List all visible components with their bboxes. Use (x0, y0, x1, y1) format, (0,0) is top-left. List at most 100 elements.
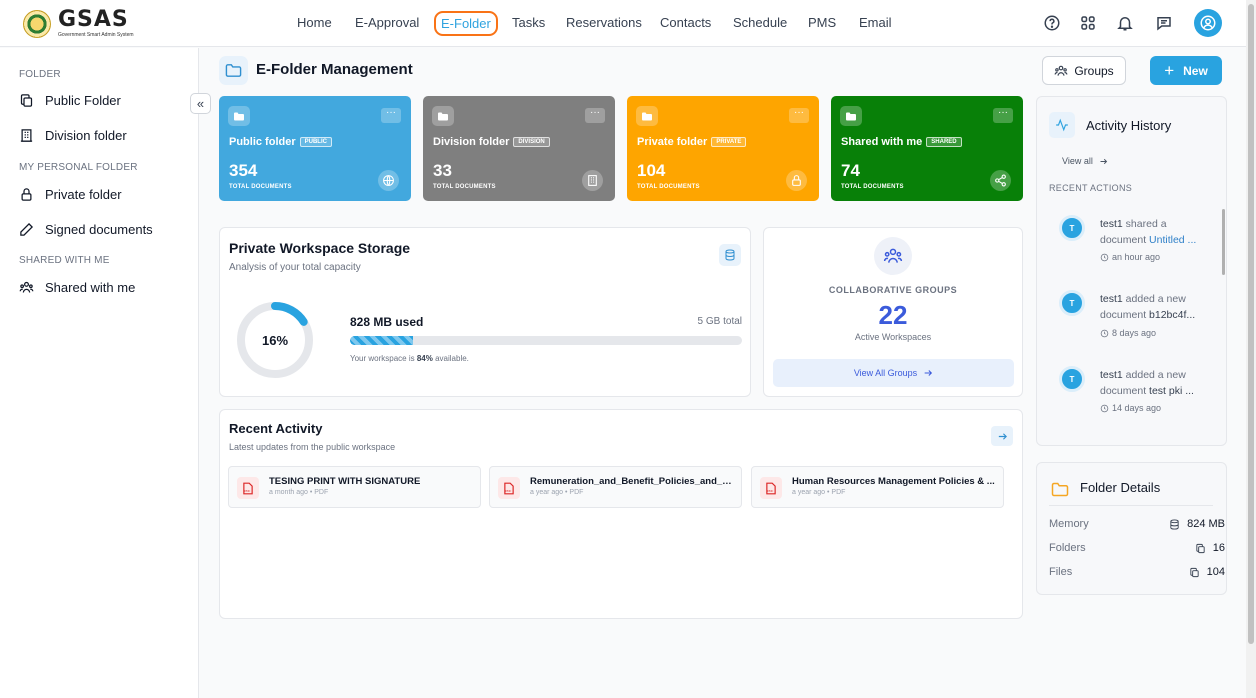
divider (1049, 505, 1213, 506)
plus-icon: + (1164, 60, 1175, 80)
sidebar-item-signed-documents[interactable]: Signed documents (19, 222, 153, 237)
storage-title: Private Workspace Storage (229, 240, 411, 256)
new-button[interactable]: + New (1150, 56, 1222, 85)
nav-schedule[interactable]: Schedule (733, 15, 787, 30)
card-badge: PRIVATE (711, 137, 747, 147)
activity-user: test1 (1100, 369, 1123, 381)
chat-icon[interactable] (1155, 14, 1173, 32)
users-icon (19, 281, 34, 293)
card-count-label: TOTAL DOCUMENTS (841, 184, 904, 190)
activity-history-panel: Activity History View all RECENT ACTIONS… (1036, 96, 1227, 446)
arrow-right-icon[interactable] (991, 426, 1013, 446)
document-name: Human Resources Management Policies & ..… (792, 476, 995, 487)
collaborative-groups-panel: COLLABORATIVE GROUPS 22 Active Workspace… (763, 227, 1023, 397)
collapse-sidebar-button[interactable]: « (190, 93, 211, 114)
detail-row-memory: Memory 824 MB (1049, 518, 1225, 530)
groups-heading: COLLABORATIVE GROUPS (828, 285, 958, 295)
card-title: Shared with me (841, 136, 923, 148)
sidebar-heading-personal: MY PERSONAL FOLDER (19, 162, 138, 173)
document-meta: a year ago • PDF (792, 489, 846, 496)
sidebar-item-label: Private folder (45, 187, 122, 202)
svg-text:PDF: PDF (767, 489, 773, 493)
card-title: Private folder (637, 136, 708, 148)
card-count: 33 (433, 161, 452, 180)
recent-actions-heading: RECENT ACTIONS (1049, 183, 1133, 193)
card-badge: PUBLIC (299, 137, 332, 147)
recent-document-item[interactable]: PDF Human Resources Management Policies … (751, 466, 1004, 508)
recent-document-item[interactable]: PDF TESING PRINT WITH SIGNATURE a month … (228, 466, 481, 508)
logo-text: GSAS (58, 7, 129, 32)
logo-subtitle: Government Smart Admin System (58, 32, 134, 38)
card-count: 354 (229, 161, 258, 180)
avatar: T (1059, 366, 1085, 392)
groups-button[interactable]: Groups (1042, 56, 1126, 85)
groups-subtitle: Active Workspaces (854, 332, 932, 342)
app-logo[interactable]: GSAS Government Smart Admin System (23, 9, 134, 38)
nav-home[interactable]: Home (297, 15, 332, 30)
activity-scrollbar[interactable] (1222, 209, 1225, 275)
nav-reservations[interactable]: Reservations (566, 15, 642, 30)
database-icon[interactable] (719, 244, 741, 266)
sidebar: FOLDER Public Folder Division folder MY … (0, 48, 199, 698)
card-shared-with-me[interactable]: ··· Shared with me SHARED 74 TOTAL DOCUME… (831, 96, 1023, 201)
card-private-folder[interactable]: ··· Private folder PRIVATE 104 TOTAL DOCU… (627, 96, 819, 201)
copy-icon (1196, 543, 1205, 553)
recent-activity-title: Recent Activity (229, 421, 323, 436)
activity-document: Untitled ... (1149, 234, 1197, 246)
avatar: T (1059, 215, 1085, 241)
nav-tasks[interactable]: Tasks (512, 15, 545, 30)
activity-history-title: Activity History (1086, 118, 1172, 133)
view-all-groups-button[interactable]: View All Groups (773, 359, 1014, 387)
card-title: Division folder (433, 136, 510, 148)
recent-document-item[interactable]: PDF Remuneration_and_Benefit_Policies_an… (489, 466, 742, 508)
more-options-button[interactable]: ··· (789, 108, 809, 123)
bell-icon[interactable] (1116, 14, 1134, 32)
pdf-file-icon: PDF (760, 477, 782, 499)
sidebar-item-shared-with-me[interactable]: Shared with me (19, 280, 135, 295)
more-options-button[interactable]: ··· (381, 108, 401, 123)
storage-available-text: Your workspace is 84% available. (350, 354, 469, 363)
nav-email[interactable]: Email (859, 15, 892, 30)
folder-icon (219, 56, 248, 85)
activity-time: 8 days ago (1100, 328, 1156, 338)
activity-user: test1 (1100, 293, 1123, 305)
view-all-link[interactable]: View all (1062, 156, 1108, 166)
users-icon (1054, 65, 1068, 76)
card-badge: SHARED (926, 137, 962, 147)
copy-icon (20, 94, 33, 107)
nav-e-approval[interactable]: E-Approval (355, 15, 419, 30)
sidebar-item-public-folder[interactable]: Public Folder (19, 93, 121, 108)
card-badge: DIVISION (513, 137, 550, 147)
avatar: T (1059, 290, 1085, 316)
share-icon (990, 170, 1011, 191)
sidebar-item-label: Shared with me (45, 280, 136, 295)
svg-text:PDF: PDF (244, 489, 250, 493)
card-title: Public folder (229, 136, 296, 148)
pdf-file-icon: PDF (237, 477, 259, 499)
nav-contacts[interactable]: Contacts (660, 15, 711, 30)
more-options-button[interactable]: ··· (585, 108, 605, 123)
building-icon (20, 129, 33, 142)
folder-icon (228, 106, 250, 126)
recent-activity-panel: Recent Activity Latest updates from the … (219, 409, 1023, 619)
help-icon[interactable] (1043, 14, 1061, 32)
folder-details-title: Folder Details (1080, 480, 1161, 495)
sidebar-item-private-folder[interactable]: Private folder (19, 187, 122, 202)
user-avatar-icon[interactable] (1194, 9, 1222, 37)
clock-icon (1100, 329, 1109, 337)
sidebar-heading-folder: FOLDER (19, 69, 61, 80)
apps-grid-icon[interactable] (1079, 14, 1097, 32)
card-division-folder[interactable]: ··· Division folder DIVISION 33 TOTAL DOC… (423, 96, 615, 201)
card-count-label: TOTAL DOCUMENTS (433, 184, 496, 190)
sidebar-item-division-folder[interactable]: Division folder (19, 128, 127, 143)
nav-pms[interactable]: PMS (808, 15, 836, 30)
page-scrollbar[interactable] (1246, 0, 1256, 698)
document-meta: a month ago • PDF (269, 489, 329, 496)
storage-progress-fill (350, 336, 413, 345)
nav-e-folder[interactable]: E-Folder (434, 11, 498, 36)
more-options-button[interactable]: ··· (993, 108, 1013, 123)
sidebar-item-label: Public Folder (45, 93, 121, 108)
pdf-file-icon: PDF (498, 477, 520, 499)
groups-count: 22 (878, 300, 908, 330)
card-public-folder[interactable]: ··· Public folder PUBLIC 354 TOTAL DOCUME… (219, 96, 411, 201)
